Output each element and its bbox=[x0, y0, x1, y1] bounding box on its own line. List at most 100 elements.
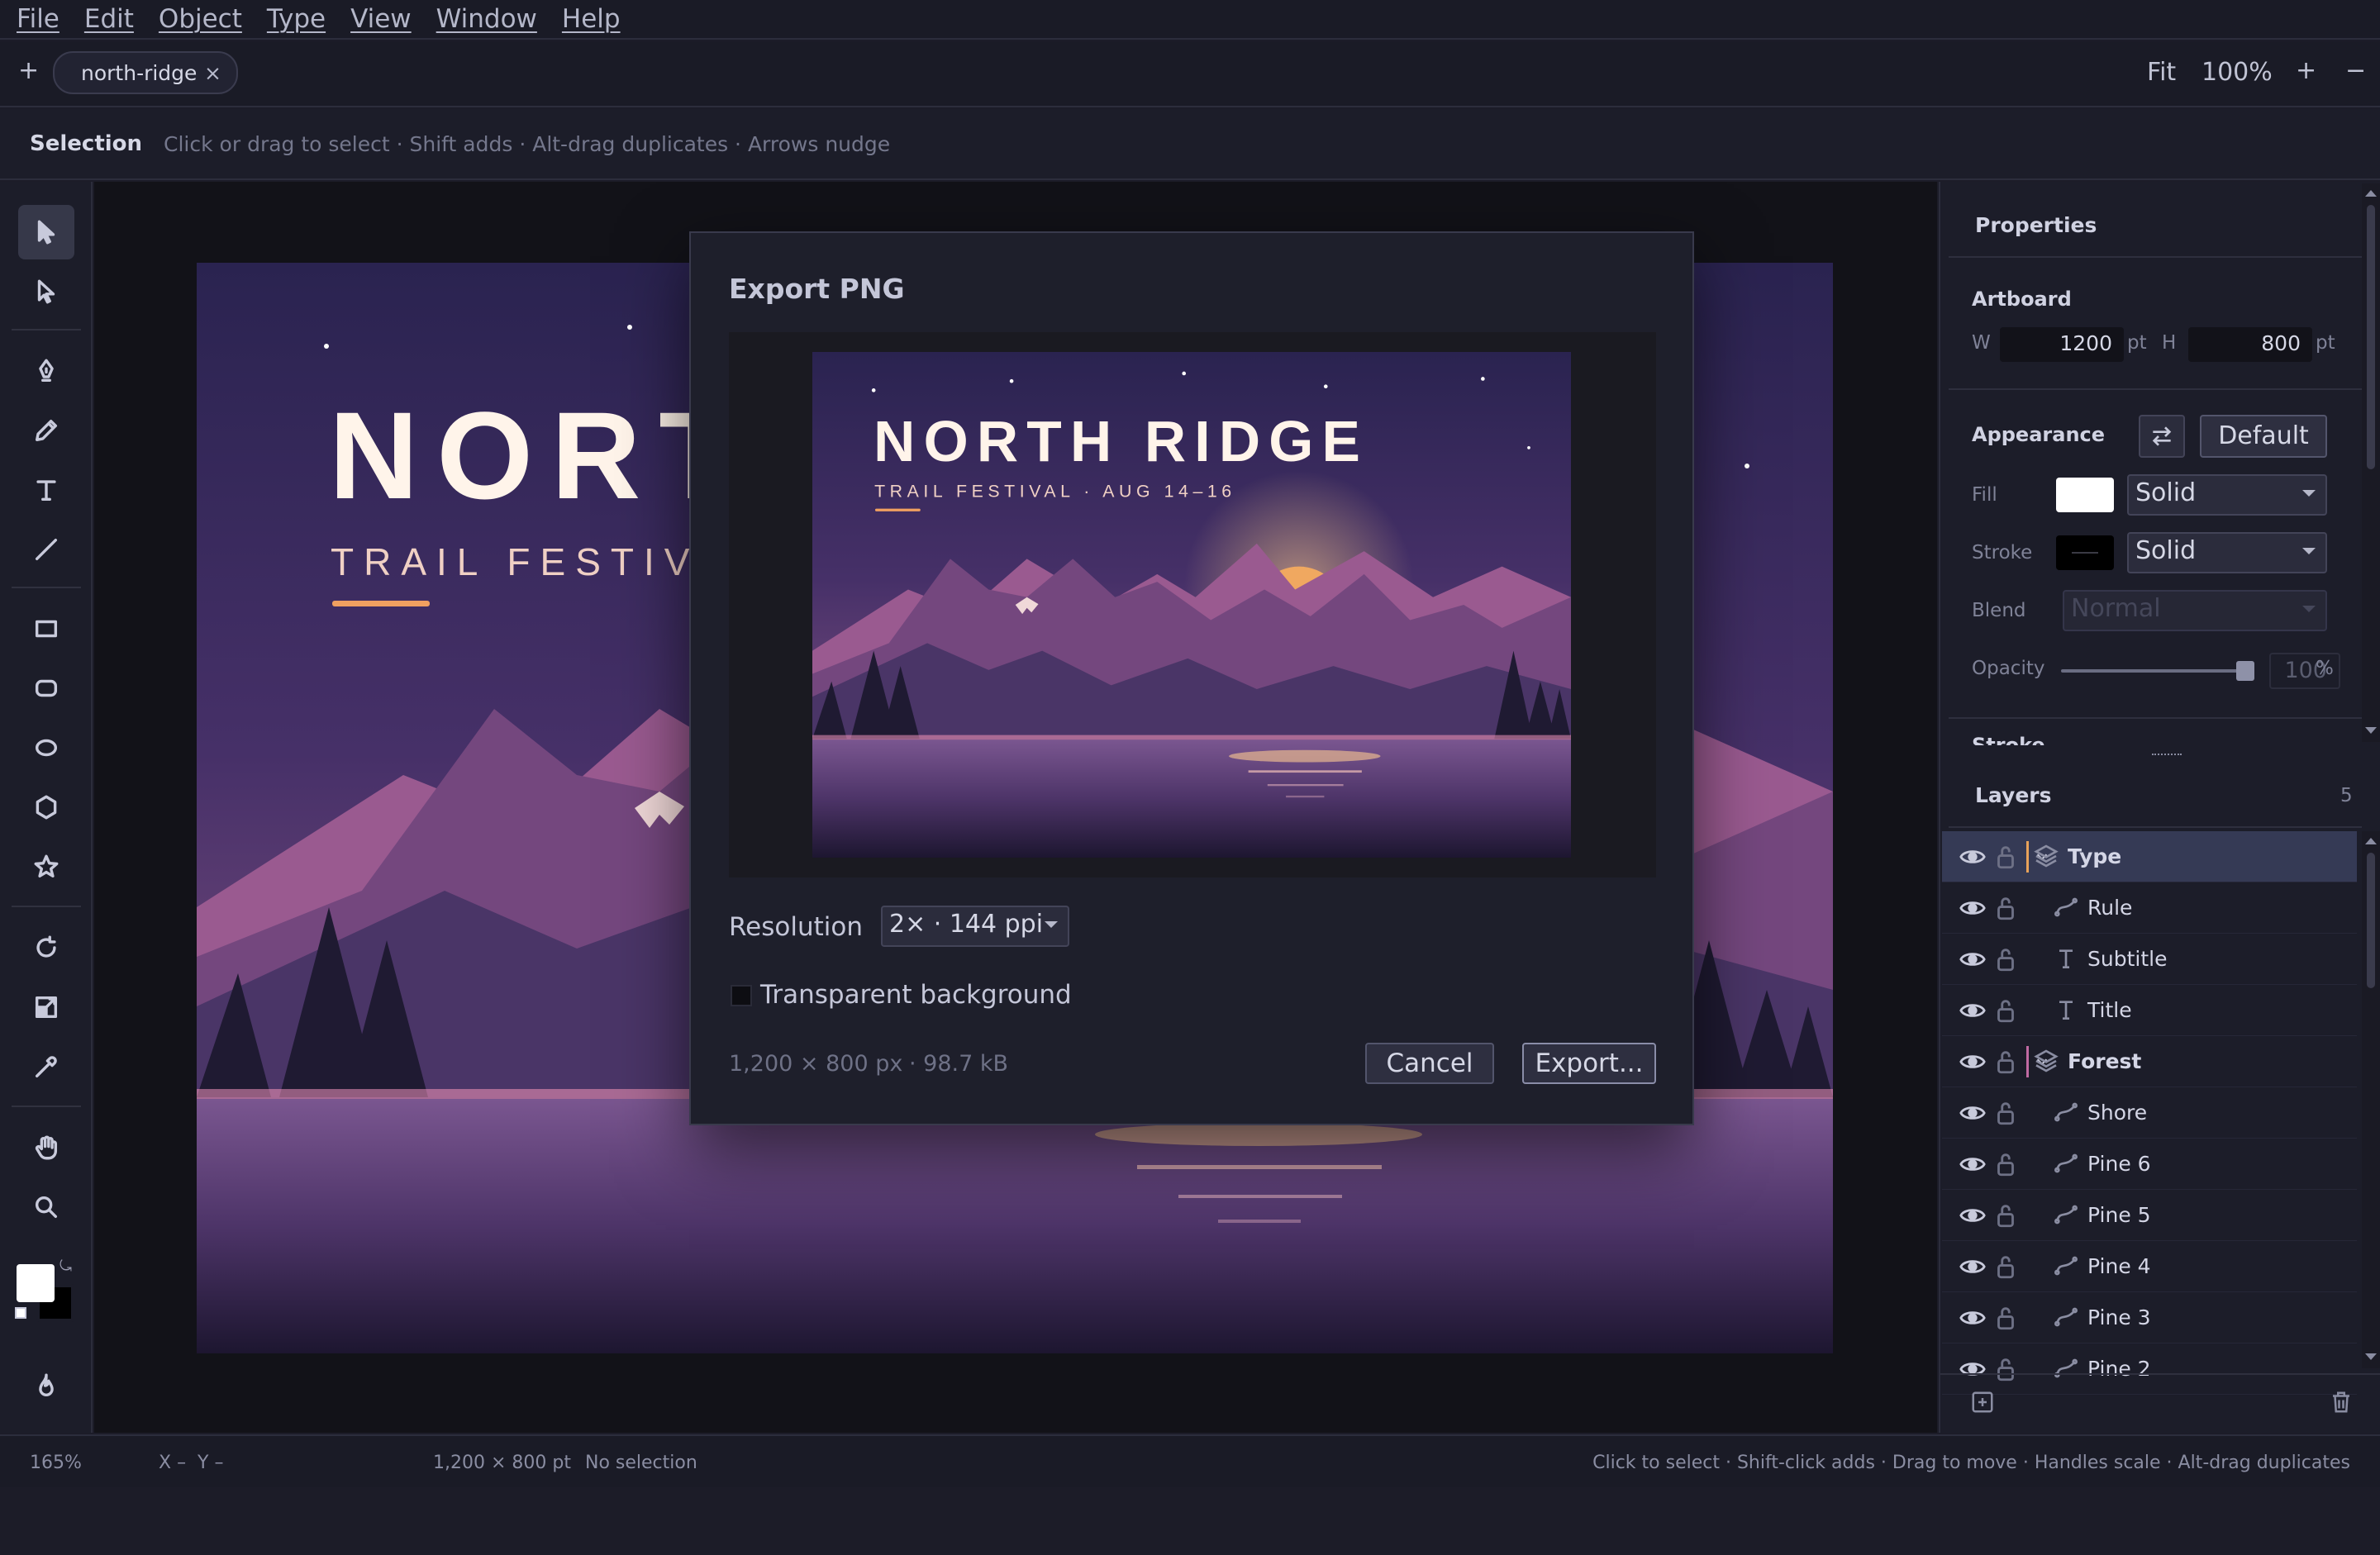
fill-type-select[interactable]: Solid bbox=[2127, 474, 2327, 516]
zoom-out-button[interactable]: − bbox=[2345, 56, 2366, 85]
scroll-down-icon[interactable] bbox=[2365, 1353, 2377, 1360]
transparent-checkbox[interactable] bbox=[731, 985, 752, 1006]
pen-tool[interactable] bbox=[18, 344, 74, 398]
menu-type[interactable]: Type bbox=[267, 4, 326, 34]
scale-tool[interactable] bbox=[18, 980, 74, 1034]
layer-row[interactable]: Pine 5 bbox=[1942, 1190, 2357, 1241]
lock-icon[interactable] bbox=[1992, 1355, 2020, 1383]
rectangle-tool[interactable] bbox=[18, 602, 74, 656]
layer-row[interactable]: Pine 6 bbox=[1942, 1139, 2357, 1190]
properties-scrollbar[interactable] bbox=[2362, 183, 2380, 742]
lock-icon[interactable] bbox=[1992, 996, 2020, 1025]
fill-color-swatch[interactable] bbox=[17, 1264, 55, 1302]
zoom-fit-button[interactable]: Fit bbox=[2147, 58, 2176, 87]
stroke-type-select[interactable]: Solid bbox=[2127, 532, 2327, 573]
lock-icon[interactable] bbox=[1992, 843, 2020, 871]
lock-icon[interactable] bbox=[1992, 1099, 2020, 1127]
stroke-swatch[interactable] bbox=[2056, 535, 2114, 570]
scroll-up-icon[interactable] bbox=[2365, 190, 2377, 197]
swap-colors-icon[interactable]: ⤿ bbox=[60, 1258, 72, 1275]
lock-icon[interactable] bbox=[1992, 945, 2020, 973]
selection-tool[interactable] bbox=[18, 205, 74, 259]
menu-help[interactable]: Help bbox=[562, 4, 621, 34]
scroll-down-icon[interactable] bbox=[2365, 727, 2377, 734]
eye-icon[interactable] bbox=[1959, 894, 1987, 922]
opacity-slider-track[interactable] bbox=[2061, 669, 2243, 673]
menu-edit[interactable]: Edit bbox=[84, 4, 134, 34]
layer-row[interactable]: Title bbox=[1942, 985, 2357, 1036]
pencil-tool[interactable] bbox=[18, 403, 74, 458]
stroke-swatch-line bbox=[2072, 552, 2098, 554]
tab-north-ridge[interactable]: north-ridge × bbox=[53, 51, 238, 94]
default-appearance-button[interactable]: Default bbox=[2200, 415, 2327, 458]
swap-fill-stroke-button[interactable] bbox=[2139, 415, 2185, 458]
magnifier-icon bbox=[35, 1196, 58, 1219]
line-tool[interactable] bbox=[18, 522, 74, 577]
type-tool[interactable] bbox=[18, 463, 74, 517]
eye-icon[interactable] bbox=[1959, 996, 1987, 1025]
artwork-rule[interactable] bbox=[332, 601, 430, 606]
scrollbar-thumb[interactable] bbox=[2367, 205, 2375, 469]
eye-icon[interactable] bbox=[1959, 1099, 1987, 1127]
direct-selection-tool[interactable] bbox=[18, 264, 74, 319]
eye-icon[interactable] bbox=[1959, 945, 1987, 973]
height-input[interactable]: 800 bbox=[2188, 327, 2312, 362]
lock-icon[interactable] bbox=[1992, 894, 2020, 922]
layer-row[interactable]: Pine 3 bbox=[1942, 1292, 2357, 1343]
lock-icon[interactable] bbox=[1992, 1150, 2020, 1178]
star-tool[interactable] bbox=[18, 839, 74, 894]
layer-row[interactable]: Rule bbox=[1942, 882, 2357, 934]
resolution-select[interactable]: 2× · 144 ppi bbox=[881, 906, 1069, 947]
menu-window[interactable]: Window bbox=[436, 4, 537, 34]
eye-icon[interactable] bbox=[1959, 1355, 1987, 1383]
layers-scrollbar[interactable] bbox=[2362, 831, 2380, 1368]
lock-icon[interactable] bbox=[1992, 1201, 2020, 1229]
menu-file[interactable]: File bbox=[17, 4, 60, 34]
scroll-up-icon[interactable] bbox=[2365, 838, 2377, 844]
eye-icon[interactable] bbox=[1959, 1048, 1987, 1076]
layer-row[interactable]: Forest bbox=[1942, 1036, 2357, 1087]
rotate-tool[interactable] bbox=[18, 920, 74, 975]
width-input[interactable]: 1200 bbox=[2000, 327, 2124, 362]
layer-row[interactable]: Pine 2 bbox=[1942, 1343, 2357, 1395]
eye-icon[interactable] bbox=[1959, 1150, 1987, 1178]
ellipse-tool[interactable] bbox=[18, 720, 74, 775]
polygon-tool[interactable] bbox=[18, 780, 74, 835]
resize-grip[interactable] bbox=[2152, 754, 2182, 757]
fill-swatch[interactable] bbox=[2056, 478, 2114, 512]
eye-icon[interactable] bbox=[1959, 1253, 1987, 1281]
burn-tool[interactable] bbox=[18, 1358, 74, 1413]
layer-name: Pine 5 bbox=[2087, 1203, 2151, 1227]
blend-mode-select[interactable]: Normal bbox=[2063, 590, 2327, 631]
default-colors-icon[interactable] bbox=[15, 1307, 26, 1319]
zoom-tool[interactable] bbox=[18, 1180, 74, 1234]
layer-row[interactable]: Pine 4 bbox=[1942, 1241, 2357, 1292]
scrollbar-thumb[interactable] bbox=[2367, 853, 2375, 988]
layer-row[interactable]: Shore bbox=[1942, 1087, 2357, 1139]
lock-icon[interactable] bbox=[1992, 1048, 2020, 1076]
add-layer-button[interactable] bbox=[1970, 1390, 1995, 1415]
eye-icon[interactable] bbox=[1959, 1201, 1987, 1229]
export-button[interactable]: Export... bbox=[1522, 1043, 1656, 1084]
menu-view[interactable]: View bbox=[350, 4, 412, 34]
delete-layer-button[interactable] bbox=[2329, 1390, 2354, 1415]
opacity-slider-thumb[interactable] bbox=[2236, 661, 2254, 681]
layer-row[interactable]: Subtitle bbox=[1942, 934, 2357, 985]
menu-object[interactable]: Object bbox=[159, 4, 242, 34]
transparent-label[interactable]: Transparent background bbox=[760, 980, 1072, 1010]
eye-icon[interactable] bbox=[1959, 1304, 1987, 1332]
hexagon-icon bbox=[36, 795, 57, 820]
lock-icon[interactable] bbox=[1992, 1253, 2020, 1281]
layer-row[interactable]: Type bbox=[1942, 831, 2357, 882]
hand-tool[interactable] bbox=[18, 1120, 74, 1175]
eyedropper-tool[interactable] bbox=[18, 1039, 74, 1094]
rounded-rectangle-tool[interactable] bbox=[18, 661, 74, 716]
cancel-button[interactable]: Cancel bbox=[1365, 1043, 1494, 1084]
zoom-level[interactable]: 100% bbox=[2202, 58, 2273, 87]
close-tab-icon[interactable]: × bbox=[204, 61, 221, 85]
canvas[interactable]: NORT TRAIL FESTIVAL Export PNG NORTH RID… bbox=[94, 182, 1937, 1433]
eye-icon[interactable] bbox=[1959, 843, 1987, 871]
zoom-in-button[interactable]: + bbox=[2296, 56, 2316, 85]
lock-icon[interactable] bbox=[1992, 1304, 2020, 1332]
new-tab-button[interactable]: + bbox=[18, 56, 39, 85]
